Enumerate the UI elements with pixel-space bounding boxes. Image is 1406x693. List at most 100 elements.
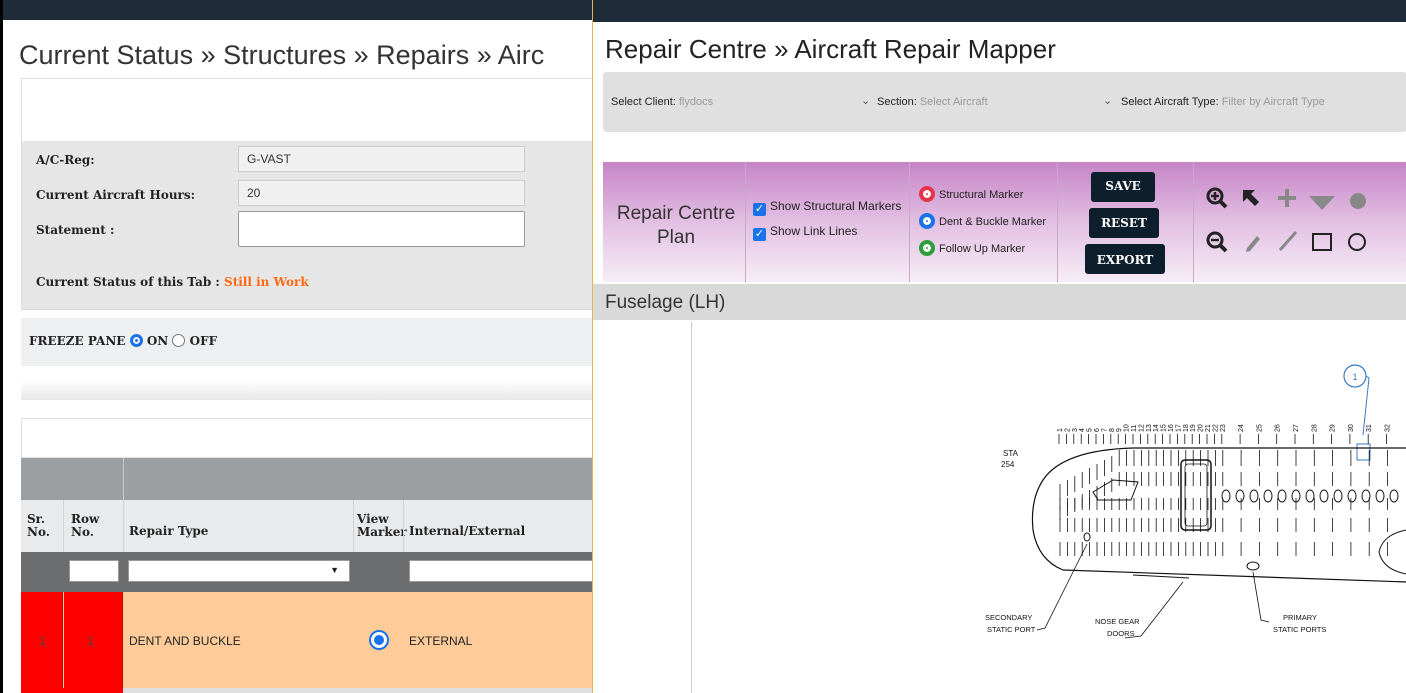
frame-number-label: 11 [1131,425,1138,432]
hours-label: Current Aircraft Hours: [36,188,196,202]
table-toolbar [21,418,592,458]
table-row[interactable]: 1 1 DENT AND BUCKLE EXTERNAL [21,592,592,688]
cabin-window [1389,489,1399,503]
frame-number-label: 5 [1087,428,1094,432]
repair-centre-panel: Repair Centre Plan ✓ Show Structural Mark… [603,162,1406,282]
frame-number-label: 19 [1190,424,1197,432]
freeze-off-radio[interactable] [172,334,186,347]
frame-number-label: 22 [1212,424,1219,432]
tab-status-label: Current Status of this Tab : [36,275,220,289]
repair-type-filter-select[interactable]: ▼ [128,560,350,582]
frame-number-label: 6 [1094,428,1101,432]
client-select[interactable]: Select Client: flydocs [611,96,713,108]
repair-marker[interactable]: 1 [1343,364,1371,461]
dent-marker-icon [919,213,935,229]
tab-status-value: Still in Work [224,275,309,289]
frame-number-label: 29 [1330,424,1337,432]
label-nose-2: DOORS [1107,629,1135,638]
frame-number-label: 12 [1138,424,1145,432]
structural-marker-legend[interactable]: Structural Marker [919,186,1023,202]
dent-buckle-marker-legend[interactable]: Dent & Buckle Marker [919,213,1046,229]
panel-title-line2: Plan [656,227,696,248]
frame-number-label: 15 [1161,424,1168,432]
tab-status: Current Status of this Tab : Still in Wo… [36,275,309,289]
frame-number-label: 30 [1348,424,1355,432]
statement-field[interactable] [238,211,525,247]
col-view-marker: View Marker [357,512,407,539]
aircraft-type-select[interactable]: Select Aircraft Type: Filter by Aircraft… [1121,96,1325,108]
triangle-icon[interactable] [1309,192,1335,218]
show-link-lines-checkbox[interactable]: ✓ Show Link Lines [753,224,857,241]
label-secondary-1: SECONDARY [985,613,1032,622]
cabin-window [1347,489,1357,503]
table-filter-row: ▼ [21,552,592,592]
show-structural-checkbox[interactable]: ✓ Show Structural Markers [753,199,901,216]
frame-number-label: 25 [1256,424,1263,432]
follow-up-marker-legend[interactable]: Follow Up Marker [919,240,1025,256]
sta-label: STA [1003,449,1019,458]
reset-button[interactable]: RESET [1089,208,1159,238]
circle-icon[interactable] [1347,232,1367,258]
plus-icon[interactable] [1277,188,1297,214]
col-row-no: Row No. [71,512,100,539]
reg-label: A/C-Reg: [36,153,95,167]
view-marker-radio[interactable] [369,630,389,650]
cabin-window [1277,489,1287,503]
zoom-in-icon[interactable] [1205,186,1229,216]
frame-number-label: 8 [1109,428,1116,432]
pointer-icon[interactable] [1241,188,1261,214]
section-select[interactable]: Section: Select Aircraft [877,96,988,108]
line-icon[interactable] [1277,230,1299,258]
label-primary-1: PRIMARY [1283,613,1317,622]
panel-title-line1: Repair Centre [616,203,736,224]
panel-title: Repair Centre Plan [603,202,749,250]
top-bar [3,0,592,20]
cabin-window [1305,489,1315,503]
cabin-window [1249,489,1259,503]
reg-field[interactable]: G-VAST [238,146,525,172]
page-title: Current Status » Structures » Repairs » … [19,40,545,70]
rect-icon[interactable] [1311,232,1333,258]
cabin-windows [1221,489,1399,503]
int-ext-filter-input[interactable] [409,560,592,582]
frame-number-label: 24 [1238,424,1245,432]
chevron-down-icon: ⌄ [861,95,871,107]
col-internal-external: Internal/External [409,524,526,538]
cabin-window [1221,489,1231,503]
frame-number-label: 18 [1183,424,1190,432]
show-links-label: Show Link Lines [770,224,858,238]
pencil-icon[interactable] [1243,232,1263,258]
dent-buckle-marker-label: Dent & Buckle Marker [939,216,1046,228]
row-filter-input[interactable] [69,560,119,582]
status-window: Current Status » Structures » Repairs » … [0,0,592,693]
save-button[interactable]: SAVE [1091,172,1155,202]
export-button[interactable]: EXPORT [1085,244,1165,274]
col-repair-type: Repair Type [129,524,209,538]
cell-repair-type: DENT AND BUCKLE [129,634,241,648]
frame-number-label: 7 [1101,428,1108,432]
aircraft-type-select-value: Filter by Aircraft Type [1221,96,1325,108]
label-secondary-2: STATIC PORT [987,625,1036,634]
fuselage-drawing[interactable]: 1 1 2 3 4 5 6 7 8 9 10 11 12 13 14 15 16 17 18 19 20 21 22 23 2… [593,320,1406,693]
frame-number-label: 26 [1275,424,1282,432]
section-select-value: Select Aircraft [919,96,988,108]
frame-labels: 1 2 3 4 5 6 7 8 9 10 11 12 13 14 15 16 17 18 19 20 21 22 23 24 2… [1057,424,1392,432]
table-row[interactable] [21,688,592,693]
circle-fill-icon[interactable] [1349,190,1367,216]
frame-number-label: 20 [1198,424,1205,432]
frame-number-label: 14 [1153,424,1160,432]
cell-row: 1 [87,634,94,648]
aircraft-info-card: A/C-Reg: G-VAST Current Aircraft Hours: … [21,78,592,310]
frame-number-label: 32 [1385,424,1392,432]
hours-field[interactable]: 20 [238,180,525,206]
zoom-out-icon[interactable] [1205,230,1229,260]
cabin-window [1361,489,1371,503]
frame-number-label: 4 [1079,428,1086,432]
repair-mapper-window: Repair Centre » Aircraft Repair Mapper S… [592,0,1406,693]
frame-number-label: 23 [1220,424,1227,432]
check-icon: ✓ [753,228,766,241]
frame-number-label: 31 [1366,424,1373,432]
frame-number-label: 17 [1175,424,1182,432]
freeze-on-radio[interactable] [129,334,143,347]
structural-marker-icon [919,186,935,202]
